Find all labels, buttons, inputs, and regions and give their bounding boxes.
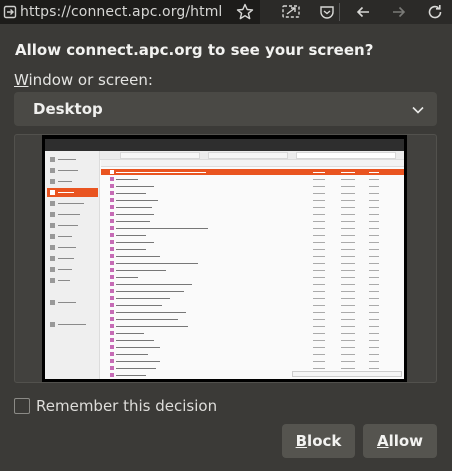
url-text[interactable]: https://connect.apc.org/html xyxy=(20,4,226,20)
preview-file-row xyxy=(101,260,404,266)
preview-file-row xyxy=(101,246,404,252)
preview-file-row xyxy=(101,337,404,343)
preview-sidebar-row xyxy=(47,265,98,274)
preview-sidebar-row xyxy=(47,177,98,186)
preview-sidebar-row xyxy=(47,254,98,263)
preview-sidebar-row xyxy=(47,210,98,219)
preview-file-row xyxy=(101,281,404,287)
preview-thumbnail xyxy=(45,139,404,379)
preview-sidebar-row xyxy=(47,320,98,329)
site-info-icon[interactable] xyxy=(0,0,20,24)
reload-icon[interactable] xyxy=(420,0,450,24)
preview-file-row xyxy=(101,267,404,273)
screen-preview xyxy=(42,135,407,382)
preview-sidebar xyxy=(45,151,100,379)
preview-file-list xyxy=(101,160,404,379)
preview-header xyxy=(45,139,404,151)
remember-label[interactable]: Remember this decision xyxy=(36,397,217,415)
preview-file-row xyxy=(101,253,404,259)
pocket-icon[interactable] xyxy=(312,0,342,24)
preview-file-row xyxy=(101,323,404,329)
preview-file-row xyxy=(101,288,404,294)
allow-mnemonic: A xyxy=(376,432,389,450)
preview-sidebar-row xyxy=(47,276,98,285)
block-button[interactable]: Block xyxy=(282,424,355,458)
preview-file-row xyxy=(101,225,404,231)
preview-sidebar-row xyxy=(47,221,98,230)
preview-file-row xyxy=(101,351,404,357)
preview-file-row xyxy=(101,183,404,189)
remember-checkbox[interactable] xyxy=(14,398,30,414)
remember-row[interactable]: Remember this decision xyxy=(14,397,217,415)
selected-source: Desktop xyxy=(33,100,103,118)
preview-file-row xyxy=(101,316,404,322)
preview-file-row xyxy=(101,190,404,196)
url-bar[interactable]: https://connect.apc.org/html xyxy=(0,0,260,24)
preview-file-row xyxy=(101,176,404,182)
preview-file-row xyxy=(101,330,404,336)
window-label-mnemonic: W xyxy=(14,71,29,89)
preview-file-row xyxy=(101,239,404,245)
preview-file-row xyxy=(101,169,404,175)
preview-sidebar-row xyxy=(47,243,98,252)
back-icon[interactable] xyxy=(348,0,378,24)
preview-file-row xyxy=(101,232,404,238)
preview-file-row xyxy=(101,344,404,350)
preview-file-row xyxy=(101,295,404,301)
preview-sidebar-row xyxy=(47,188,98,197)
forward-icon[interactable] xyxy=(384,0,414,24)
preview-file-row xyxy=(101,309,404,315)
preview-sidebar-row xyxy=(47,199,98,208)
preview-sidebar-row xyxy=(47,155,98,164)
chevron-down-icon xyxy=(411,102,425,121)
preview-file-row xyxy=(101,197,404,203)
window-or-screen-label: Window or screen: xyxy=(14,71,153,89)
block-label: lock xyxy=(307,432,342,450)
preview-file-row xyxy=(101,274,404,280)
toolbar-separator xyxy=(339,3,340,21)
preview-status xyxy=(292,371,402,377)
preview-file-row xyxy=(101,211,404,217)
preview-sidebar-row xyxy=(47,298,98,307)
preview-file-row xyxy=(101,358,404,364)
preview-sidebar-row xyxy=(47,232,98,241)
preview-tabs xyxy=(100,151,404,160)
browser-toolbar: https://connect.apc.org/html xyxy=(0,0,452,24)
allow-button[interactable]: Allow xyxy=(363,424,437,458)
preview-file-row xyxy=(101,218,404,224)
preview-sidebar-row xyxy=(47,166,98,175)
block-mnemonic: B xyxy=(295,432,308,450)
preview-file-row xyxy=(101,204,404,210)
window-label-text: indow or screen: xyxy=(28,71,153,89)
source-select[interactable]: Desktop xyxy=(14,92,437,126)
preview-file-row xyxy=(101,302,404,308)
allow-label: llow xyxy=(388,432,424,450)
dialog-title: Allow connect.apc.org to see your screen… xyxy=(15,41,374,59)
bookmark-star-icon[interactable] xyxy=(235,2,255,22)
screen-share-icon[interactable] xyxy=(276,0,306,24)
